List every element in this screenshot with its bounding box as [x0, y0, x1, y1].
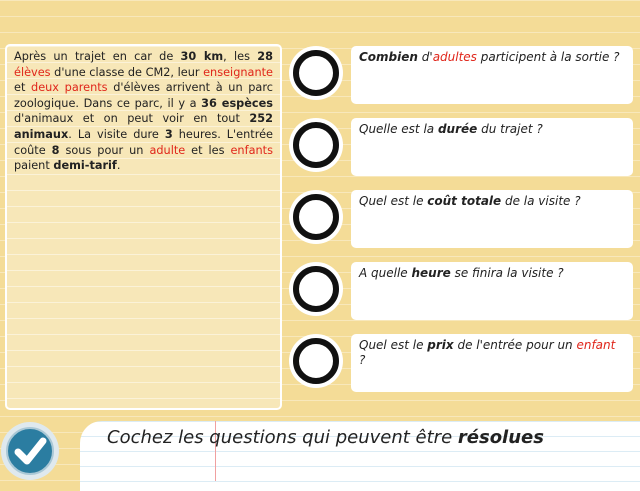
text-segment: et les [185, 143, 231, 157]
bold-text: 36 espèces [201, 96, 273, 110]
highlighted-text: adultes [432, 50, 477, 64]
text-segment: sous pour un [59, 143, 150, 157]
bold-text: Combien [359, 50, 418, 64]
question-text: Quelle est la durée du trajet ? [359, 122, 543, 136]
text-segment: du trajet ? [477, 122, 543, 136]
text-segment: de l'entrée pour un [453, 338, 577, 352]
text-segment: Après un trajet en car de [14, 50, 181, 63]
question-card-3[interactable]: Quel est le coût totale de la visite ? [351, 190, 633, 248]
highlighted-text: adulte [149, 143, 186, 157]
text-segment: paient [14, 159, 54, 173]
question-text: A quelle heure se finira la visite ? [359, 266, 564, 280]
check-icon [14, 437, 47, 465]
problem-text-panel: Après un trajet en car de 30 km, les 28 … [5, 44, 282, 410]
question-text: Quel est le prix de l'entrée pour un enf… [359, 338, 615, 367]
question-checkbox-1[interactable] [293, 50, 339, 96]
validate-button[interactable] [1, 422, 59, 480]
text-segment: . [116, 159, 121, 173]
text-segment: . La visite dure [68, 127, 165, 141]
bold-text: prix [427, 338, 454, 352]
question-text: Combien d'adultes participent à la sorti… [359, 50, 620, 64]
bold-text: 3 [164, 127, 173, 141]
bold-text: heure [411, 266, 451, 280]
bold-text: coût totale [427, 194, 502, 208]
text-segment: , les [223, 50, 258, 63]
highlighted-text: enseignante [203, 65, 273, 79]
question-card-4[interactable]: A quelle heure se finira la visite ? [351, 262, 633, 320]
question-card-5[interactable]: Quel est le prix de l'entrée pour un enf… [351, 334, 633, 392]
text-segment: et [14, 81, 32, 95]
text-segment: Quel est le [359, 194, 428, 208]
text-segment: participent à la sortie ? [476, 50, 620, 64]
question-text: Quel est le coût totale de la visite ? [359, 194, 581, 208]
bold-text: 30 km [180, 50, 224, 63]
highlighted-text: enfants [230, 143, 273, 157]
highlighted-text: élèves [14, 65, 51, 79]
bold-text: 28 [257, 50, 273, 63]
text-segment: A quelle [359, 266, 412, 280]
highlighted-text: enfant [576, 338, 616, 352]
bold-text: durée [437, 122, 478, 136]
question-card-1[interactable]: Combien d'adultes participent à la sorti… [351, 46, 633, 104]
text-segment: Quel est le [359, 338, 428, 352]
question-checkbox-2[interactable] [293, 122, 339, 168]
text-segment: se finira la visite ? [450, 266, 564, 280]
question-checkbox-4[interactable] [293, 266, 339, 312]
text-segment: ? [359, 353, 366, 367]
highlighted-text: deux parents [31, 81, 108, 95]
instruction-text: Cochez les questions qui peuvent être ré… [107, 427, 544, 448]
question-checkbox-5[interactable] [293, 338, 339, 384]
bold-text: 8 [51, 143, 60, 157]
bold-text: demi-tarif [53, 159, 117, 173]
text-segment: Quelle est la [359, 122, 438, 136]
problem-statement: Après un trajet en car de 30 km, les 28 … [14, 49, 273, 174]
text-segment: d'une classe de CM2, leur [50, 65, 204, 79]
text-segment: de la visite ? [501, 194, 581, 208]
text-segment: d' [417, 50, 433, 64]
question-checkbox-3[interactable] [293, 194, 339, 240]
text-segment: d'animaux et on peut voir en tout [14, 112, 250, 126]
question-card-2[interactable]: Quelle est la durée du trajet ? [351, 118, 633, 176]
